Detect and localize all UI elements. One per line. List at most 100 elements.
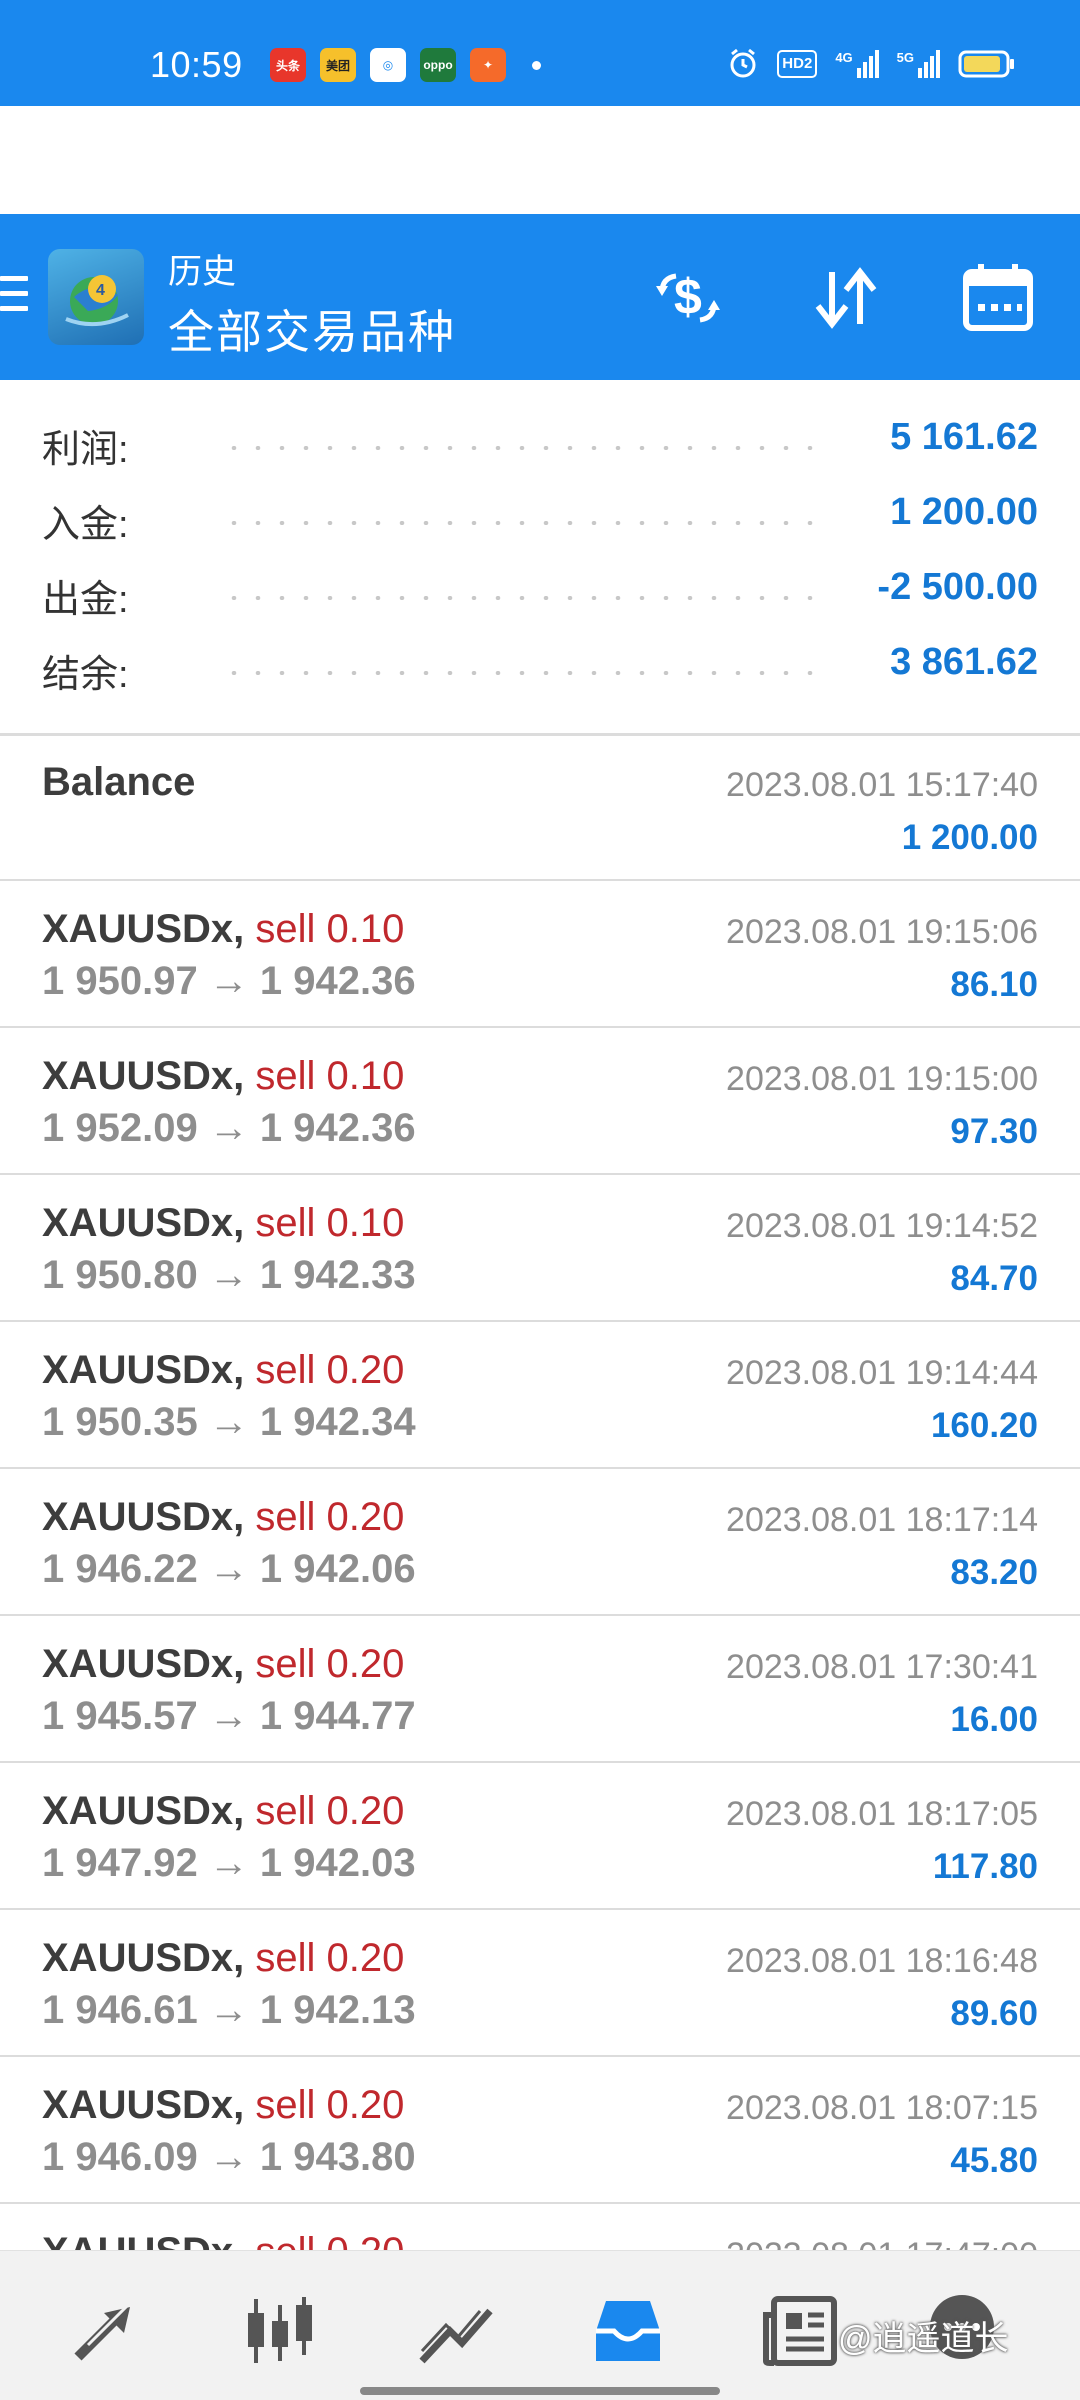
trade-profit: 84.70 [950,1259,1038,1298]
nav-news[interactable] [760,2291,840,2371]
browser-app-icon: ◎ [370,48,406,82]
trade-prices: 1 947.92 → 1 942.03 [42,1841,416,1885]
trade-symbol-line: XAUUSDx, sell 0.20 [42,1936,404,1981]
page-title[interactable]: 全部交易品种 [168,296,456,362]
trade-icon [419,2308,493,2364]
nav-history[interactable] [588,2291,668,2371]
trade-row[interactable]: XAUUSDx, sell 0.20 1 950.35 → 1 942.34 202… [0,1322,1080,1469]
svg-text:$: $ [674,269,702,325]
trade-symbol-line: XAUUSDx, sell 0.10 [42,1201,404,1246]
chart-icon [248,2297,312,2363]
balance-amount: 1 200.00 [901,818,1038,857]
dotted-leader [222,446,828,450]
trade-symbol-line: XAUUSDx, sell 0.20 [42,1789,404,1834]
trade-prices: 1 945.57 → 1 944.77 [42,1694,416,1738]
menu-icon[interactable] [0,276,30,324]
summary-label: 结余: [42,654,129,696]
trade-row[interactable]: XAUUSDx, sell 0.10 1 950.80 → 1 942.33 202… [0,1175,1080,1322]
alarm-icon [730,48,756,78]
app-header: 4 历史 全部交易品种 $ [0,214,1080,380]
trade-prices: 1 950.97 → 1 942.36 [42,959,416,1003]
summary-row: 利润: 5 161.62 [0,408,1080,483]
trade-row[interactable]: XAUUSDx, sell 0.20 1 946.61 → 1 942.13 202… [0,1910,1080,2057]
trade-datetime: 2023.08.01 18:17:05 [726,1795,1038,1833]
trade-row[interactable]: XAUUSDx, sell 0.10 1 952.09 → 1 942.36 202… [0,1028,1080,1175]
trade-symbol: XAUUSDx, [42,1348,245,1392]
meituan-app-icon: 美团 [320,48,356,82]
trade-datetime: 2023.08.01 19:15:06 [726,913,1038,951]
home-indicator[interactable] [360,2387,720,2395]
history-icon [596,2301,660,2361]
sort-button[interactable] [806,258,886,338]
summary-row: 出金: -2 500.00 [0,558,1080,633]
balance-row[interactable]: Balance 2023.08.01 15:17:40 1 200.00 [0,734,1080,881]
more-notifications-dot [532,60,541,70]
toutiao-app-icon: 头条 [270,48,306,82]
trade-prices: 1 950.80 → 1 942.33 [42,1253,416,1297]
summary-value: 5 161.62 [890,416,1038,458]
trade-symbol: XAUUSDx, [42,907,245,951]
trade-row[interactable]: XAUUSDx, sell 0.20 1 946.22 → 1 942.06 202… [0,1469,1080,1616]
trade-profit: 45.80 [950,2141,1038,2180]
trade-symbol: XAUUSDx, [42,2083,245,2127]
trade-profit: 117.80 [932,1847,1038,1886]
trade-symbol-line: XAUUSDx, sell 0.10 [42,1054,404,1099]
summary-label: 利润: [42,429,129,471]
deposit-filter-button[interactable]: $ [648,258,728,338]
balance-datetime: 2023.08.01 15:17:40 [726,766,1038,804]
dollar-arrows-icon: $ [656,269,720,325]
trade-symbol-line: XAUUSDx, sell 0.20 [42,2083,404,2128]
trade-symbol: XAUUSDx, [42,1201,245,1245]
summary-value: 3 861.62 [890,641,1038,683]
trade-side-volume: sell 0.10 [255,1201,405,1245]
quotes-icon [74,2303,130,2361]
news-icon [763,2296,837,2366]
trade-datetime: 2023.08.01 19:14:44 [726,1354,1038,1392]
nav-trade[interactable] [416,2291,496,2371]
trade-prices: 1 950.35 → 1 942.34 [42,1400,416,1444]
trade-side-volume: sell 0.20 [255,1348,405,1392]
trade-row[interactable]: XAUUSDx, sell 0.20 1 945.57 → 1 944.77 202… [0,1616,1080,1763]
nav-chart[interactable] [240,2291,320,2371]
sort-arrows-icon [815,267,877,329]
trade-datetime: 2023.08.01 18:17:14 [726,1501,1038,1539]
trade-row[interactable]: XAUUSDx, sell 0.20 1 946.09 → 1 943.80 202… [0,2057,1080,2204]
trade-symbol-line: XAUUSDx, sell 0.20 [42,1495,404,1540]
status-bar: 10:59 头条 美团 ◎ oppo ✦ HD2 4G 5G [0,0,1080,106]
trade-datetime: 2023.08.01 19:15:00 [726,1060,1038,1098]
signal-5g-icon: 5G [897,50,940,78]
watermark-text: @逍遥道长 [838,2320,1009,2358]
header-subtitle: 历史 [168,253,236,291]
app-logo: 4 [48,249,144,345]
status-time: 10:59 [150,44,243,85]
network-4g-label: 4G [835,50,853,65]
summary-row: 入金: 1 200.00 [0,483,1080,558]
dotted-leader [222,671,828,675]
trade-row[interactable]: XAUUSDx, sell 0.20 1 947.92 → 1 942.03 202… [0,1763,1080,1910]
trade-symbol-line: XAUUSDx, sell 0.20 [42,1348,404,1393]
summary-row: 结余: 3 861.62 [0,633,1080,708]
trade-profit: 160.20 [930,1406,1038,1445]
summary-label: 出金: [42,579,129,621]
trade-row[interactable]: XAUUSDx, sell 0.10 1 950.97 → 1 942.36 202… [0,881,1080,1028]
network-5g-label: 5G [896,50,914,65]
trade-datetime: 2023.08.01 18:16:48 [726,1942,1038,1980]
trade-profit: 86.10 [950,965,1038,1004]
svg-text:4: 4 [96,282,105,299]
trade-side-volume: sell 0.20 [255,1642,405,1686]
trade-side-volume: sell 0.10 [255,907,405,951]
trade-prices: 1 946.61 → 1 942.13 [42,1988,416,2032]
status-system-icons: HD2 4G 5G [727,48,1016,80]
status-app-icons: 头条 美团 ◎ oppo ✦ [270,48,541,82]
trade-side-volume: sell 0.10 [255,1054,405,1098]
nav-quotes[interactable] [68,2291,148,2371]
history-list[interactable]: Balance 2023.08.01 15:17:40 1 200.00 XAU… [0,734,1080,2351]
summary-label: 入金: [42,504,129,546]
calendar-button[interactable] [958,258,1038,338]
dotted-leader [222,596,828,600]
trade-datetime: 2023.08.01 17:30:41 [726,1648,1038,1686]
trade-symbol: XAUUSDx, [42,1936,245,1980]
blank-area [0,106,1080,214]
trade-side-volume: sell 0.20 [255,1789,405,1833]
summary-section: 利润: 5 161.62 入金: 1 200.00 出金: -2 500.00 结余: 3 8… [0,408,1080,708]
